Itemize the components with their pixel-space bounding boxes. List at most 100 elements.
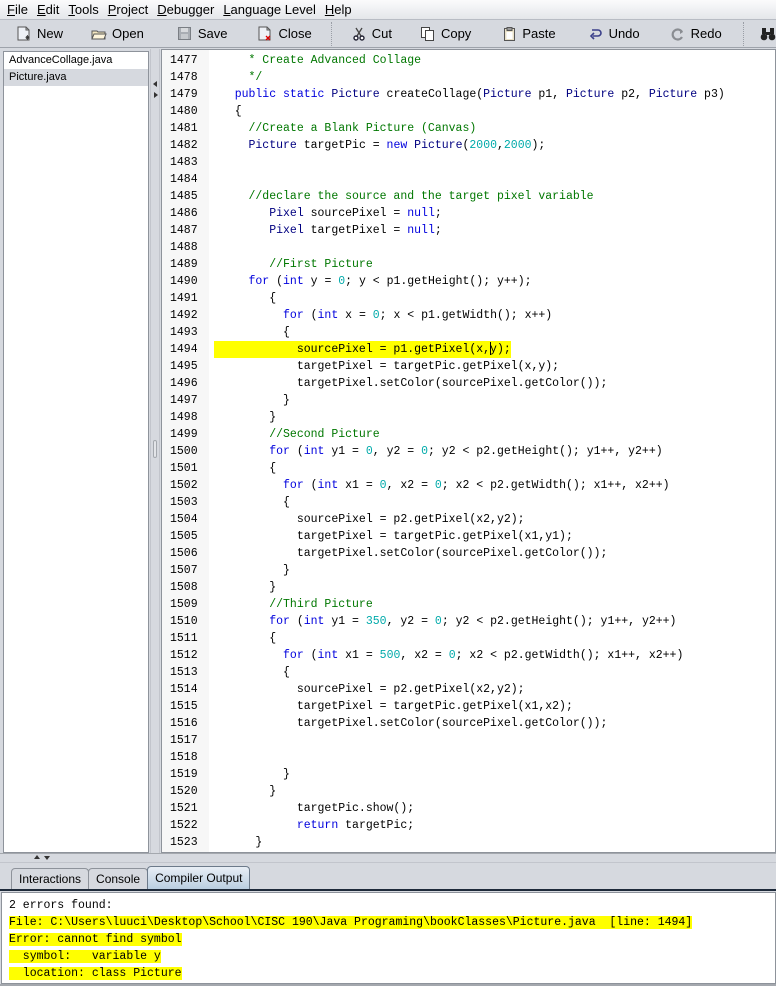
code-line[interactable]: 1479 public static Picture createCollage…	[162, 86, 775, 103]
menu-edit[interactable]: Edit	[34, 1, 62, 18]
code-line[interactable]: 1504 sourcePixel = p2.getPixel(x2,y2);	[162, 511, 775, 528]
code-line[interactable]: 1496 targetPixel.setColor(sourcePixel.ge…	[162, 375, 775, 392]
code-line[interactable]: 1507 }	[162, 562, 775, 579]
code-line[interactable]: 1517	[162, 732, 775, 749]
code-line[interactable]: 1478 */	[162, 69, 775, 86]
close-button[interactable]: Close	[257, 22, 312, 46]
code-line[interactable]: 1520 }	[162, 783, 775, 800]
copy-button[interactable]: Copy	[420, 22, 471, 46]
line-source: {	[214, 664, 290, 681]
code-line[interactable]: 1494 sourcePixel = p1.getPixel(x,y);	[162, 341, 775, 358]
menu-file[interactable]: File	[4, 1, 31, 18]
code-line[interactable]: 1502 for (int x1 = 0, x2 = 0; x2 < p2.ge…	[162, 477, 775, 494]
collapse-left-arrow-icon[interactable]	[153, 81, 157, 87]
open-button[interactable]: Open	[91, 22, 144, 46]
code-token: Picture	[407, 139, 463, 152]
paste-button[interactable]: Paste	[501, 22, 556, 46]
expand-down-arrow-icon[interactable]	[44, 856, 50, 860]
code-line[interactable]: 1500 for (int y1 = 0, y2 = 0; y2 < p2.ge…	[162, 443, 775, 460]
code-line[interactable]: 1497 }	[162, 392, 775, 409]
redo-button[interactable]: Redo	[670, 22, 722, 46]
code-line[interactable]: 1483	[162, 154, 775, 171]
error-message[interactable]: Error: cannot find symbol	[9, 931, 775, 948]
code-line[interactable]: 1523 }	[162, 834, 775, 851]
code-line[interactable]: 1519 }	[162, 766, 775, 783]
line-source: {	[214, 630, 276, 647]
code-token: int	[303, 615, 325, 628]
compiler-output-panel[interactable]: 2 errors found: File: C:\Users\luuci\Des…	[1, 892, 776, 984]
code-line[interactable]: 1503 {	[162, 494, 775, 511]
menu-help[interactable]: Help	[322, 1, 355, 18]
code-line[interactable]: 1512 for (int x1 = 500, x2 = 0; x2 < p2.…	[162, 647, 775, 664]
code-line[interactable]: 1499 //Second Picture	[162, 426, 775, 443]
code-line[interactable]: 1495 targetPixel = targetPic.getPixel(x,…	[162, 358, 775, 375]
file-item-picture[interactable]: Picture.java	[4, 69, 148, 86]
expand-right-arrow-icon[interactable]	[154, 92, 158, 98]
code-line[interactable]: 1515 targetPixel = targetPic.getPixel(x1…	[162, 698, 775, 715]
code-line[interactable]: 1485 //declare the source and the target…	[162, 188, 775, 205]
line-number: 1480	[170, 105, 198, 118]
error-file-line[interactable]: File: C:\Users\luuci\Desktop\School\CISC…	[9, 914, 775, 931]
menu-debugger[interactable]: Debugger	[154, 1, 217, 18]
code-line[interactable]: 1492 for (int x = 0; x < p1.getWidth(); …	[162, 307, 775, 324]
tab-interactions[interactable]: Interactions	[11, 868, 90, 890]
line-source: */	[214, 69, 263, 86]
code-line[interactable]: 1521 targetPic.show();	[162, 800, 775, 817]
find-button[interactable]: Find	[760, 22, 776, 46]
line-number: 1490	[170, 275, 198, 288]
code-line[interactable]: 1487 Pixel targetPixel = null;	[162, 222, 775, 239]
splitter-grip-icon[interactable]	[153, 440, 157, 458]
code-line[interactable]: 1489 //First Picture	[162, 256, 775, 273]
toolbar: New Open Save Close Cut Copy Paste Undo …	[0, 19, 776, 48]
code-token: (	[289, 615, 304, 628]
code-line[interactable]: 1488	[162, 239, 775, 256]
error-location[interactable]: location: class Picture	[9, 965, 775, 982]
code-line[interactable]: 1505 targetPixel = targetPic.getPixel(x1…	[162, 528, 775, 545]
line-source: targetPixel = targetPic.getPixel(x1,x2);	[214, 698, 573, 715]
menu-project[interactable]: Project	[105, 1, 151, 18]
code-line[interactable]: 1509 //Third Picture	[162, 596, 775, 613]
code-line[interactable]: 1501 {	[162, 460, 775, 477]
code-line[interactable]: 1511 {	[162, 630, 775, 647]
code-line[interactable]: 1482 Picture targetPic = new Picture(200…	[162, 137, 775, 154]
line-source: targetPixel.setColor(sourcePixel.getColo…	[214, 375, 608, 392]
code-editor[interactable]: 1477 * Create Advanced Collage 1478 */147…	[161, 49, 776, 853]
code-line[interactable]: 1510 for (int y1 = 350, y2 = 0; y2 < p2.…	[162, 613, 775, 630]
undo-button[interactable]: Undo	[588, 22, 640, 46]
code-line[interactable]: 1516 targetPixel.setColor(sourcePixel.ge…	[162, 715, 775, 732]
code-line[interactable]: 1490 for (int y = 0; y < p1.getHeight();…	[162, 273, 775, 290]
code-token: {	[214, 632, 277, 645]
horizontal-splitter[interactable]	[0, 853, 776, 863]
code-line[interactable]: 1481 //Create a Blank Picture (Canvas)	[162, 120, 775, 137]
code-line[interactable]: 1480 {	[162, 103, 775, 120]
code-line[interactable]: 1514 sourcePixel = p2.getPixel(x2,y2);	[162, 681, 775, 698]
code-line[interactable]: 1513 {	[162, 664, 775, 681]
new-button[interactable]: New	[16, 22, 63, 46]
code-line[interactable]: 1477 * Create Advanced Collage	[162, 52, 775, 69]
line-number: 1493	[170, 326, 198, 339]
error-symbol[interactable]: symbol: variable y	[9, 948, 775, 965]
save-button[interactable]: Save	[177, 22, 227, 46]
code-line[interactable]: 1484	[162, 171, 775, 188]
cut-button[interactable]: Cut	[351, 22, 392, 46]
menu-language-level[interactable]: Language Level	[220, 1, 319, 18]
code-line[interactable]: 1498 }	[162, 409, 775, 426]
code-line[interactable]: 1506 targetPixel.setColor(sourcePixel.ge…	[162, 545, 775, 562]
menu-tools[interactable]: Tools	[65, 1, 101, 18]
code-line[interactable]: 1486 Pixel sourcePixel = null;	[162, 205, 775, 222]
code-line[interactable]: 1522 return targetPic;	[162, 817, 775, 834]
tab-compiler-output[interactable]: Compiler Output	[147, 866, 251, 890]
code-line[interactable]: 1491 {	[162, 290, 775, 307]
code-line[interactable]: 1493 {	[162, 324, 775, 341]
collapse-up-arrow-icon[interactable]	[34, 855, 40, 859]
code-line[interactable]: 1508 }	[162, 579, 775, 596]
file-item-advancecollage[interactable]: AdvanceCollage.java	[4, 52, 148, 69]
line-number: 1516	[170, 717, 198, 730]
code-token: ;	[434, 207, 442, 220]
code-token: targetPic =	[296, 139, 387, 152]
line-source: public static Picture createCollage(Pict…	[214, 86, 725, 103]
code-line[interactable]: 1518	[162, 749, 775, 766]
tab-console[interactable]: Console	[88, 868, 149, 890]
line-source: {	[214, 324, 290, 341]
code-token: //declare the source and the target pixe…	[214, 190, 594, 203]
